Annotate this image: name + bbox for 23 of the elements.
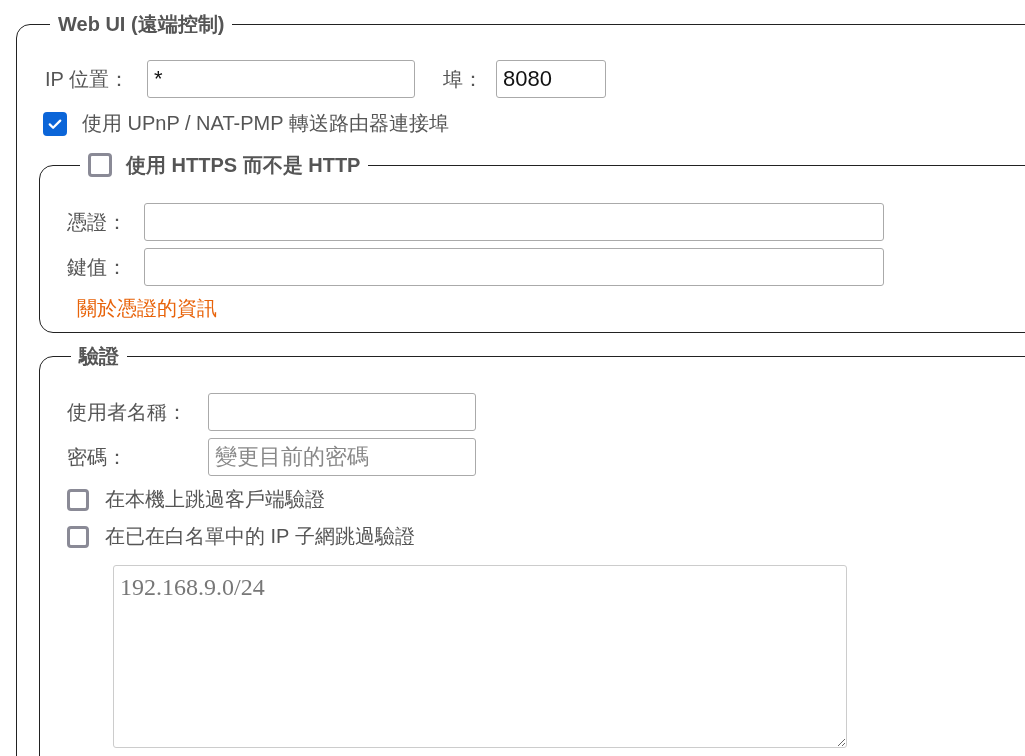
checkbox-label: 使用 UPnP / NAT-PMP 轉送路由器連接埠: [82, 111, 449, 136]
section-title: 驗證: [77, 344, 120, 368]
key-field[interactable]: [144, 248, 884, 286]
password-field[interactable]: 變更目前的密碼: [208, 438, 476, 476]
checkbox[interactable]: [43, 111, 67, 136]
port-field[interactable]: 8080: [496, 60, 606, 98]
field-label: 密碼：: [67, 444, 128, 470]
checkbox-label: 在本機上跳過客戶端驗證: [105, 487, 325, 512]
checkbox[interactable]: [67, 488, 89, 511]
checkbox[interactable]: [88, 153, 112, 177]
certificate-field[interactable]: [144, 203, 884, 241]
field-label: IP 位置：: [45, 66, 131, 92]
field-label: 使用者名稱：: [67, 399, 188, 425]
checkbox-label: 在已在白名單中的 IP 子網跳過驗證: [105, 524, 415, 549]
checkbox[interactable]: [67, 525, 89, 548]
field-label: 憑證：: [67, 209, 128, 235]
ip-whitelist-field[interactable]: 192.168.9.0/24: [113, 565, 847, 748]
ip-address-field[interactable]: *: [147, 60, 415, 98]
username-field[interactable]: [208, 393, 476, 431]
section-title: 使用 HTTPS 而不是 HTTP: [126, 153, 361, 177]
field-label: 埠：: [443, 66, 484, 92]
section-title: Web UI (遠端控制): [57, 12, 226, 36]
field-label: 鍵值：: [67, 254, 128, 280]
